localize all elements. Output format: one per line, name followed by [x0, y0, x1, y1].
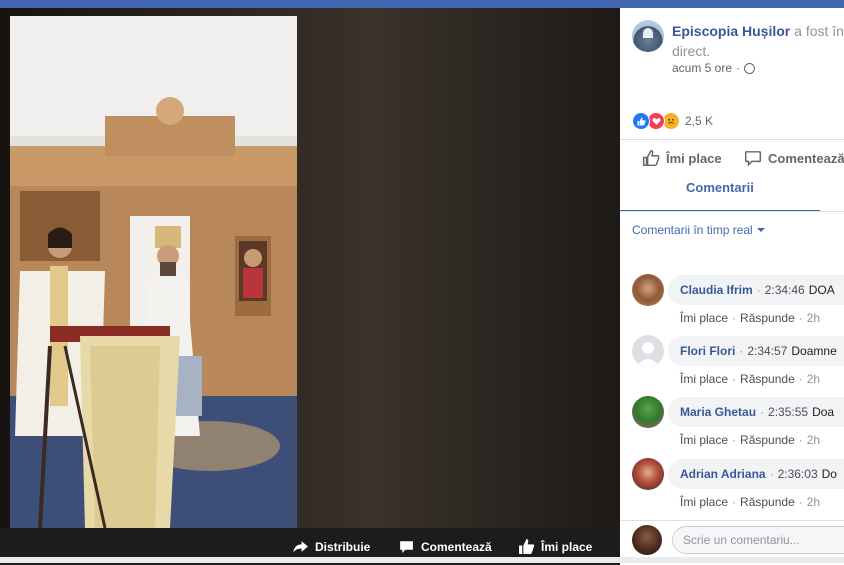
comment-actions: Îmi place · Răspunde · 2h [680, 495, 821, 509]
comment-timestamp[interactable]: 2:34:57 [747, 344, 787, 358]
comment-age[interactable]: 2h [807, 311, 820, 325]
thumbs-up-icon [642, 149, 660, 167]
comment-age[interactable]: 2h [807, 433, 820, 447]
commenter-avatar[interactable] [632, 274, 664, 306]
post-side-panel: Episcopia Hușilor a fost în direct. acum… [620, 8, 844, 558]
comment-like-link[interactable]: Îmi place [680, 372, 728, 386]
comment-item: Maria Ghetau · 2:35:55 Doa Îmi place · R… [632, 396, 844, 452]
commenter-name[interactable]: Claudia Ifrim [680, 283, 753, 297]
commenter-avatar[interactable] [632, 458, 664, 490]
comment-input[interactable]: Scrie un comentariu... [672, 526, 844, 554]
commenter-name[interactable]: Adrian Adriana [680, 467, 766, 481]
thumbs-up-icon [519, 539, 535, 554]
comment-like-link[interactable]: Îmi place [680, 495, 728, 509]
bottom-strip [0, 557, 844, 563]
top-bar [0, 0, 844, 8]
comment-reply-link[interactable]: Răspunde [740, 495, 795, 509]
tab-comments[interactable]: Comentarii [686, 180, 754, 195]
reactions-summary[interactable]: 2,5 K [632, 112, 713, 130]
comment-actions: Îmi place · Răspunde · 2h [680, 372, 821, 386]
comment-reply-link[interactable]: Răspunde [740, 372, 795, 386]
comment-item: Claudia Ifrim · 2:34:46 DOA Îmi place · … [632, 274, 844, 330]
comment-label: Comentează [768, 150, 844, 166]
post-meta: acum 5 ore · [672, 61, 756, 75]
caret-down-icon [756, 228, 765, 232]
reaction-count: 2,5 K [685, 114, 714, 128]
comment-text: Do [821, 467, 837, 481]
divider [620, 139, 844, 140]
comment-item: Adrian Adriana · 2:36:03 Do Îmi place · … [632, 458, 844, 514]
comment-age[interactable]: 2h [807, 372, 820, 386]
video-player[interactable]: Distribuie Comentează Îmi place [0, 8, 620, 565]
like-reaction-icon [632, 112, 650, 130]
comment-like-link[interactable]: Îmi place [680, 311, 728, 325]
commenter-avatar[interactable] [632, 335, 664, 367]
comment-item: Flori Flori · 2:34:57 Doamne Îmi place ·… [632, 335, 844, 391]
comment-like-link[interactable]: Îmi place [680, 433, 728, 447]
divider [620, 211, 844, 212]
comment-composer: Scrie un comentariu... [620, 520, 844, 558]
commenter-name[interactable]: Flori Flori [680, 344, 735, 358]
comment-bubble: Claudia Ifrim · 2:34:46 DOA [668, 275, 844, 305]
comment-age[interactable]: 2h [807, 495, 820, 509]
comments-filter-dropdown[interactable]: Comentarii în timp real [632, 223, 765, 237]
comment-reply-link[interactable]: Răspunde [740, 433, 795, 447]
comment-bubble: Adrian Adriana · 2:36:03 Do [668, 459, 844, 489]
comment-bubble: Maria Ghetau · 2:35:55 Doa [668, 397, 844, 427]
comment-text: Doamne [791, 344, 837, 358]
commenter-avatar[interactable] [632, 396, 664, 428]
comment-actions: Îmi place · Răspunde · 2h [680, 311, 821, 325]
video-frame-image [10, 16, 297, 528]
page-avatar[interactable] [632, 20, 664, 52]
share-icon [293, 541, 308, 553]
comment-bubble: Flori Flori · 2:34:57 Doamne [668, 336, 844, 366]
filter-label: Comentarii în timp real [632, 223, 753, 237]
comment-text: Doa [812, 405, 835, 419]
page-name-link[interactable]: Episcopia Hușilor [672, 23, 790, 39]
comment-timestamp[interactable]: 2:35:55 [768, 405, 808, 419]
comment-icon [744, 151, 762, 167]
comment-actions: Îmi place · Răspunde · 2h [680, 433, 821, 447]
globe-icon [744, 62, 756, 74]
comment-timestamp[interactable]: 2:34:46 [765, 283, 805, 297]
comment-button[interactable]: Comentează [744, 149, 844, 167]
post-time[interactable]: acum 5 ore [672, 61, 732, 75]
comment-reply-link[interactable]: Răspunde [740, 311, 795, 325]
video-comment-label: Comentează [421, 539, 492, 554]
video-like-label: Îmi place [541, 539, 593, 554]
commenter-name[interactable]: Maria Ghetau [680, 405, 756, 419]
like-label: Îmi place [666, 150, 722, 166]
post-header: Episcopia Hușilor a fost în direct. [672, 21, 844, 61]
like-button[interactable]: Îmi place [642, 149, 722, 167]
comment-text: DOA [808, 283, 835, 297]
comment-icon [400, 541, 413, 553]
comment-timestamp[interactable]: 2:36:03 [778, 467, 818, 481]
share-label: Distribuie [315, 539, 371, 554]
meta-separator: · [736, 61, 741, 75]
current-user-avatar [632, 525, 662, 555]
